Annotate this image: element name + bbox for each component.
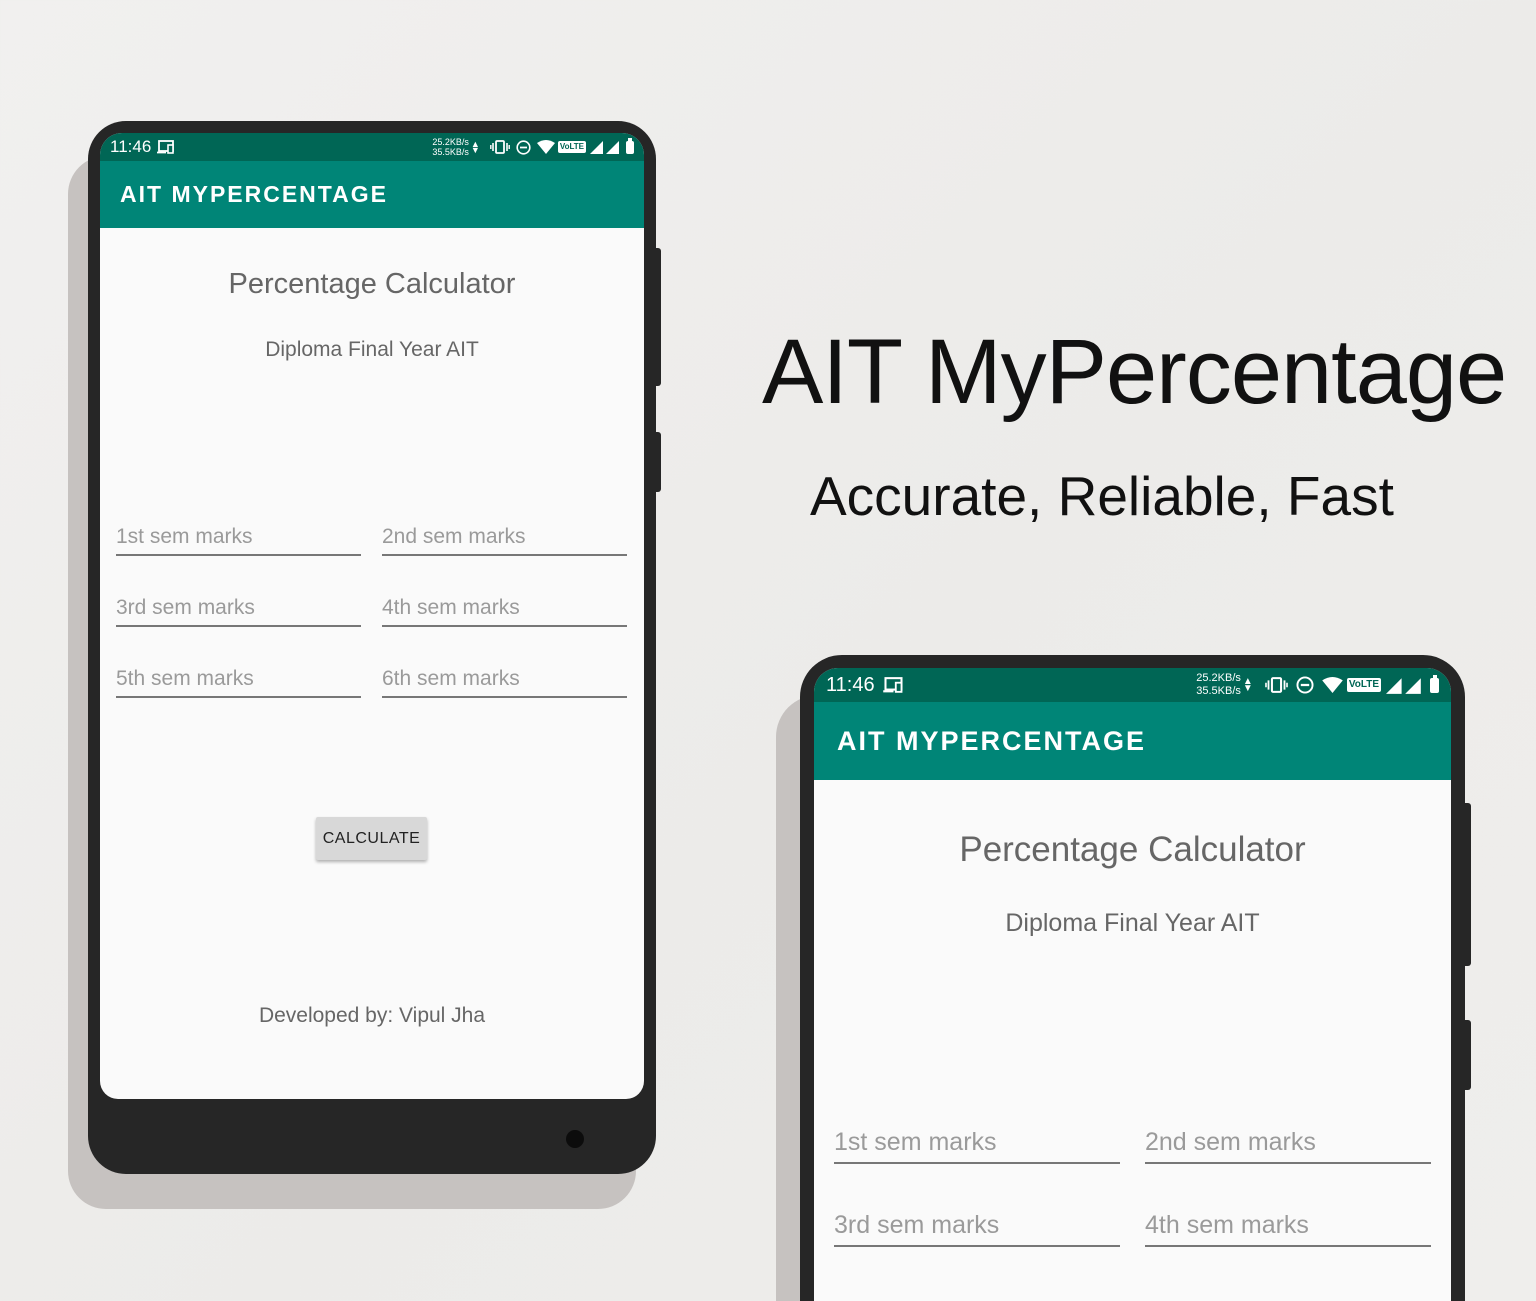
net-up-2: 25.2KB/s (1196, 672, 1241, 685)
net-arrows-icon: ▲ ▼ (470, 138, 480, 155)
volte-badge: VoLTE (557, 141, 586, 153)
sem4-placeholder: 4th sem marks (382, 596, 520, 619)
sem1-placeholder-2: 1st sem marks (834, 1128, 997, 1156)
sem2-field[interactable]: 2nd sem marks (382, 525, 627, 556)
calc-title-2: Percentage Calculator (959, 830, 1306, 869)
sem2-placeholder: 2nd sem marks (382, 525, 526, 548)
calc-subtitle-2: Diploma Final Year AIT (1005, 909, 1260, 937)
sem2-field-2[interactable]: 2nd sem marks (1145, 1128, 1431, 1164)
signal-icon (1386, 677, 1422, 694)
phone-left-volume-button[interactable] (652, 248, 661, 386)
cast-icon (157, 140, 175, 154)
status-time-2: 11:46 (826, 673, 875, 696)
status-time: 11:46 (110, 137, 152, 156)
sem1-field-2[interactable]: 1st sem marks (834, 1128, 1120, 1164)
app-bar-title: AIT MYPERCENTAGE (120, 181, 388, 207)
vibrate-icon (489, 140, 510, 154)
app-bar-2: AIT MYPERCENTAGE (814, 702, 1451, 780)
status-icons: 25.2KB/s 35.5KB/s ▲ ▼ VoLTE (432, 137, 634, 158)
net-speed: 25.2KB/s 35.5KB/s (432, 137, 469, 158)
wifi-icon (536, 140, 555, 154)
phone-left-power-button[interactable] (652, 432, 661, 492)
phone-right-power-button[interactable] (1461, 1020, 1471, 1090)
status-bar: 11:46 25.2KB/s 35.5KB/s ▲ ▼ VoLTE (100, 133, 644, 161)
status-icons-2: 25.2KB/s 35.5KB/s ▲ ▼ VoLTE (1196, 672, 1439, 697)
net-speed-2: 25.2KB/s 35.5KB/s (1196, 672, 1241, 697)
sem4-field-2[interactable]: 4th sem marks (1145, 1211, 1431, 1247)
calc-subtitle: Diploma Final Year AIT (265, 338, 479, 361)
hero-title: AIT MyPercentage (762, 321, 1507, 423)
sem6-placeholder: 6th sem marks (382, 667, 520, 690)
app-bar-title-2: AIT MYPERCENTAGE (837, 725, 1147, 756)
sem6-field[interactable]: 6th sem marks (382, 667, 627, 698)
phone-right-volume-button[interactable] (1461, 803, 1471, 966)
developer-credit: Developed by: Vipul Jha (258, 1004, 486, 1027)
signal-icon (590, 140, 620, 154)
wifi-icon (1322, 677, 1343, 693)
sem1-field[interactable]: 1st sem marks (116, 525, 361, 556)
phone-right-screen: 11:46 25.2KB/s 35.5KB/s ▲ ▼ VoLTE AIT MY… (814, 668, 1451, 1301)
sem3-field-2[interactable]: 3rd sem marks (834, 1211, 1120, 1247)
net-down: 35.5KB/s (432, 147, 469, 157)
net-down-2: 35.5KB/s (1196, 685, 1241, 697)
sem4-field[interactable]: 4th sem marks (382, 596, 627, 627)
status-bar-2: 11:46 25.2KB/s 35.5KB/s ▲ ▼ VoLTE (814, 668, 1451, 702)
sem5-field[interactable]: 5th sem marks (116, 667, 361, 698)
sem5-placeholder: 5th sem marks (116, 667, 254, 690)
sem1-placeholder: 1st sem marks (116, 525, 253, 548)
cast-icon (882, 677, 904, 693)
app-bar: AIT MYPERCENTAGE (100, 161, 644, 228)
sem3-field[interactable]: 3rd sem marks (116, 596, 361, 627)
hero-subtitle: Accurate, Reliable, Fast (810, 465, 1394, 527)
sem3-placeholder: 3rd sem marks (116, 596, 255, 619)
do-not-disturb-icon (516, 139, 531, 155)
battery-icon (626, 137, 634, 154)
net-up: 25.2KB/s (432, 136, 469, 147)
battery-icon (1430, 674, 1439, 693)
volte-badge-2: VoLTE (1346, 678, 1381, 692)
phone-left-screen: 11:46 25.2KB/s 35.5KB/s ▲ ▼ VoLTE AIT MY… (100, 133, 644, 1099)
sem3-placeholder-2: 3rd sem marks (834, 1211, 1000, 1239)
phone-left-camera (566, 1130, 584, 1148)
sem2-placeholder-2: 2nd sem marks (1145, 1128, 1316, 1156)
vibrate-icon (1264, 677, 1288, 693)
net-arrows-icon: ▲ ▼ (1242, 676, 1253, 694)
do-not-disturb-icon (1296, 676, 1314, 694)
calc-title: Percentage Calculator (228, 268, 516, 300)
calculate-button[interactable]: CALCULATE (316, 817, 427, 860)
status-time-group-2: 11:46 (826, 674, 904, 697)
status-time-group: 11:46 (110, 137, 175, 157)
sem4-placeholder-2: 4th sem marks (1145, 1211, 1309, 1239)
